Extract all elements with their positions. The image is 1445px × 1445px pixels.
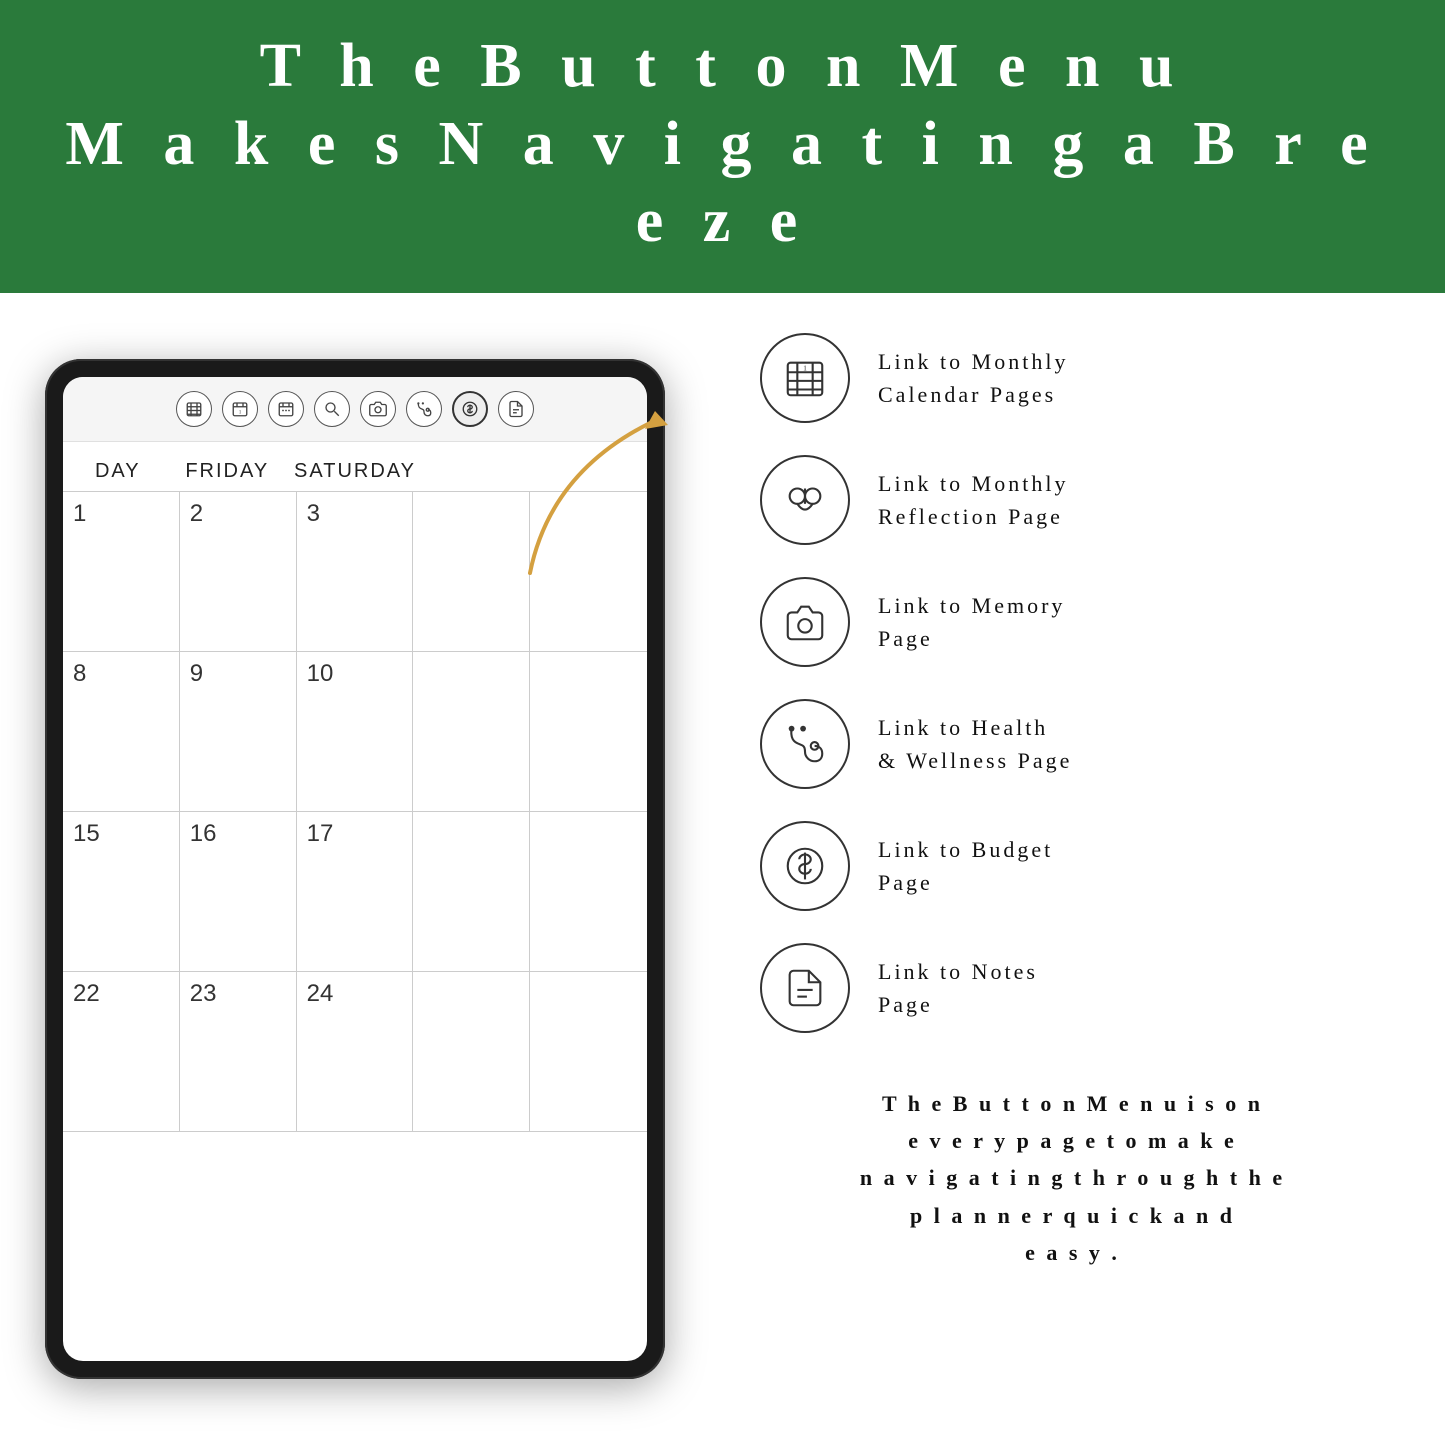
cal-header-day4 [428,452,538,491]
cal-cell-r4c2: 23 [180,972,297,1132]
stethoscope-icon [782,721,828,767]
features-section: 1 Link to MonthlyCalendar Pages Link to … [680,293,1445,1445]
reflection-icon-circle [760,455,850,545]
main-content: 1 [0,293,1445,1445]
header-title-line2: M a k e s N a v i g a t i n g a B r e e … [60,106,1385,261]
cal-num: 1 [73,500,86,527]
header-banner: T h e B u t t o n M e n u M a k e s N a … [0,0,1445,293]
cal-num: 15 [73,820,100,847]
budget-icon-circle [760,821,850,911]
cal-cell-r3c5 [530,812,647,972]
calendar-area: DAY FRIDAY SATURDAY 1 2 3 [63,442,647,1132]
toolbar-btn-calendar-small[interactable] [268,391,304,427]
cal-cell-r4c4 [413,972,530,1132]
feature-item-memory: Link to MemoryPage [760,577,1385,667]
cal-header-day1: DAY [63,452,173,491]
cal-cell-r3c4 [413,812,530,972]
page: T h e B u t t o n M e n u M a k e s N a … [0,0,1445,1445]
cal-cell-r1c1: 1 [63,492,180,652]
svg-text:1: 1 [803,363,807,372]
toolbar-btn-notes[interactable] [498,391,534,427]
cal-num: 24 [307,980,334,1007]
notes-icon [782,965,828,1011]
feature-item-budget: Link to BudgetPage [760,821,1385,911]
cal-cell-r1c5 [530,492,647,652]
notes-icon-circle [760,943,850,1033]
cal-cell-r3c3: 17 [297,812,414,972]
cal-num: 3 [307,500,320,527]
dollar-icon [782,843,828,889]
cal-num: 9 [190,660,203,687]
cal-cell-r4c3: 24 [297,972,414,1132]
feature-label-health: Link to Health& Wellness Page [878,711,1072,777]
cal-num: 16 [190,820,217,847]
cal-header: DAY FRIDAY SATURDAY [63,452,647,492]
feature-item-reflection: Link to MonthlyReflection Page [760,455,1385,545]
cal-header-day2: FRIDAY [173,452,283,491]
cal-num: 23 [190,980,217,1007]
tablet-device: 1 [45,359,665,1379]
feature-label-reflection: Link to MonthlyReflection Page [878,467,1068,533]
feature-label-notes: Link to NotesPage [878,955,1038,1021]
cal-cell-r2c4 [413,652,530,812]
feature-item-calendar: 1 Link to MonthlyCalendar Pages [760,333,1385,423]
cal-cell-r3c2: 16 [180,812,297,972]
cal-num: 8 [73,660,86,687]
cal-cell-r4c5 [530,972,647,1132]
tablet-toolbar: 1 [63,377,647,442]
cal-num: 10 [307,660,334,687]
tablet-screen: 1 [63,377,647,1361]
feature-label-memory: Link to MemoryPage [878,589,1065,655]
toolbar-btn-calendar-grid[interactable] [176,391,212,427]
cal-header-day3: SATURDAY [282,452,428,491]
toolbar-btn-calendar-dates[interactable]: 1 [222,391,258,427]
cal-cell-r2c3: 10 [297,652,414,812]
calendar-grid-icon: 1 [782,355,828,401]
cal-num: 2 [190,500,203,527]
camera-icon [782,599,828,645]
cal-num: 22 [73,980,100,1007]
cal-header-day5 [537,452,647,491]
header-title-line1: T h e B u t t o n M e n u [60,28,1385,106]
cal-grid: 1 2 3 8 9 10 15 [63,492,647,1132]
memory-icon-circle [760,577,850,667]
toolbar-btn-dollar[interactable] [452,391,488,427]
toolbar-btn-camera[interactable] [360,391,396,427]
health-icon-circle [760,699,850,789]
toolbar-btn-stethoscope[interactable] [406,391,442,427]
footer-description: T h e B u t t o n M e n u i s o ne v e r… [760,1085,1385,1272]
cal-cell-r2c5 [530,652,647,812]
cal-cell-r2c2: 9 [180,652,297,812]
cal-cell-r1c4 [413,492,530,652]
cal-cell-r1c2: 2 [180,492,297,652]
feature-item-notes: Link to NotesPage [760,943,1385,1033]
cal-cell-r2c1: 8 [63,652,180,812]
cal-cell-r4c1: 22 [63,972,180,1132]
calendar-icon-circle: 1 [760,333,850,423]
feature-label-budget: Link to BudgetPage [878,833,1053,899]
reflection-icon [782,477,828,523]
cal-cell-r1c3: 3 [297,492,414,652]
cal-num: 17 [307,820,334,847]
feature-item-health: Link to Health& Wellness Page [760,699,1385,789]
tablet-section: 1 [0,293,680,1445]
cal-cell-r3c1: 15 [63,812,180,972]
feature-label-calendar: Link to MonthlyCalendar Pages [878,345,1068,411]
svg-text:1: 1 [239,409,242,415]
toolbar-btn-search[interactable] [314,391,350,427]
